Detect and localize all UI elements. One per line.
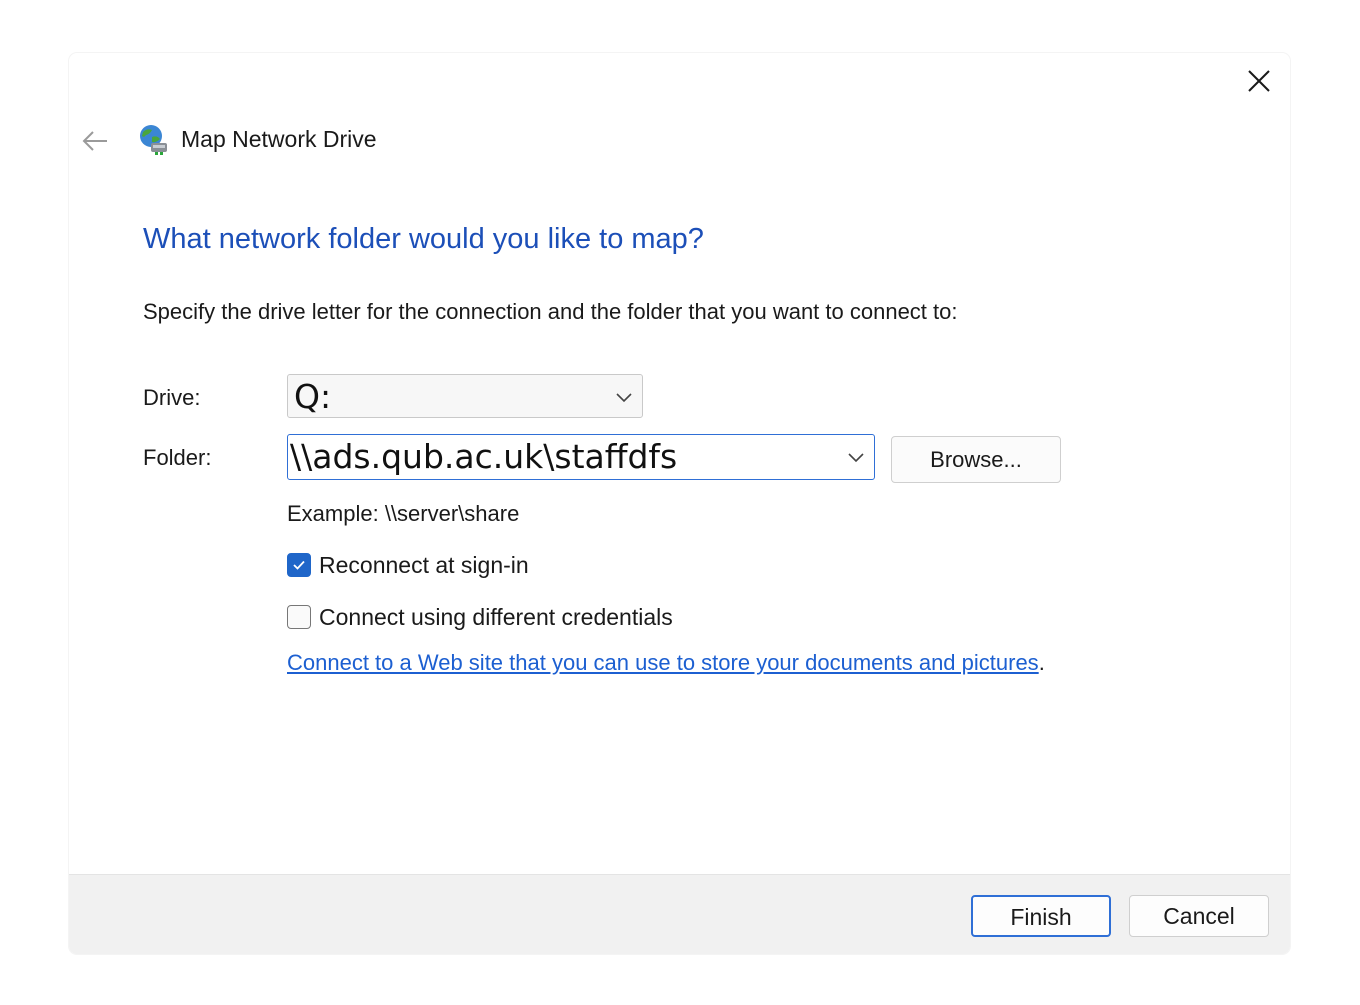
back-button[interactable] <box>77 123 113 159</box>
credentials-option[interactable]: Connect using different credentials <box>287 603 673 631</box>
example-text: Example: \\server\share <box>287 501 520 526</box>
arrow-left-icon <box>82 131 107 151</box>
network-drive-icon <box>140 125 167 155</box>
cancel-button[interactable]: Cancel <box>1129 895 1269 937</box>
checkmark-icon <box>293 560 305 570</box>
page-heading: What network folder would you like to ma… <box>143 223 704 255</box>
drive-value: Q: <box>294 377 332 416</box>
credentials-label: Connect using different credentials <box>319 603 673 630</box>
dialog-footer: Finish Cancel <box>69 874 1290 954</box>
chevron-down-icon[interactable] <box>844 445 868 469</box>
reconnect-label: Reconnect at sign-in <box>319 551 529 578</box>
folder-input[interactable] <box>290 435 820 477</box>
credentials-checkbox[interactable] <box>287 605 311 629</box>
web-site-link[interactable]: Connect to a Web site that you can use t… <box>287 650 1039 675</box>
drive-select[interactable]: Q: <box>287 374 643 418</box>
browse-button[interactable]: Browse... <box>891 436 1061 483</box>
instructions-text: Specify the drive letter for the connect… <box>143 299 958 324</box>
weblink-line: Connect to a Web site that you can use t… <box>287 650 1045 676</box>
finish-button[interactable]: Finish <box>971 895 1111 937</box>
close-icon <box>1248 70 1270 92</box>
close-button[interactable] <box>1239 61 1279 101</box>
reconnect-option[interactable]: Reconnect at sign-in <box>287 551 529 579</box>
map-network-drive-dialog: Map Network Drive What network folder wo… <box>69 53 1290 954</box>
folder-label: Folder: <box>143 445 212 470</box>
drive-label: Drive: <box>143 385 201 410</box>
folder-combobox[interactable] <box>287 434 875 480</box>
reconnect-checkbox[interactable] <box>287 553 311 577</box>
chevron-down-icon <box>616 393 632 403</box>
weblink-period: . <box>1038 650 1045 675</box>
window-title: Map Network Drive <box>181 126 377 152</box>
